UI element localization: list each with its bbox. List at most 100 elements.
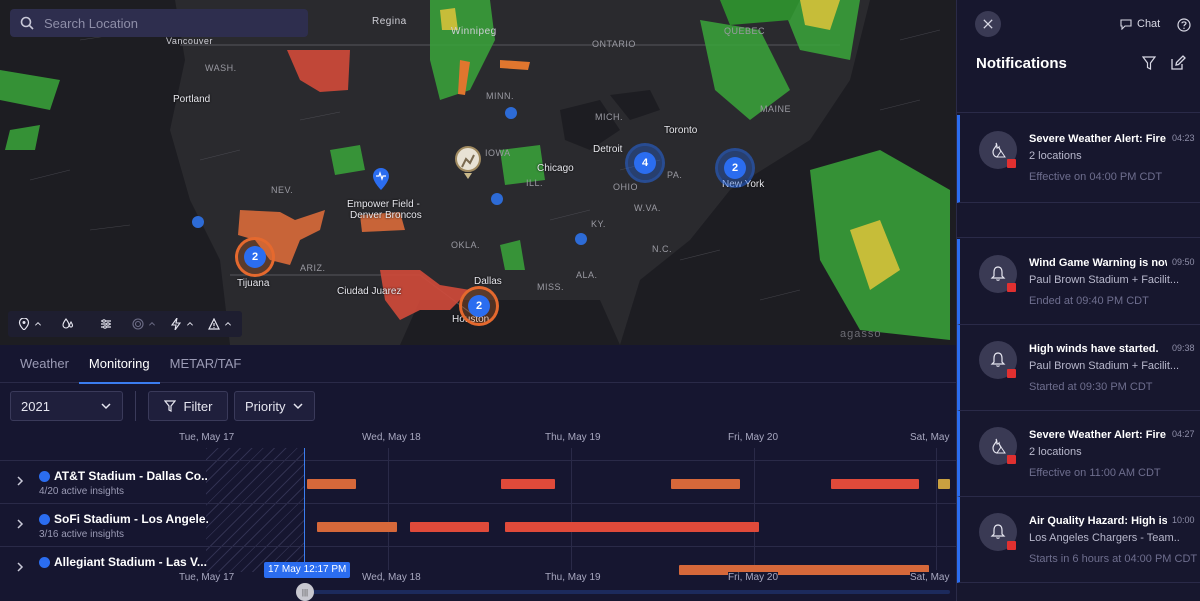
tool-wind[interactable]: [88, 313, 124, 335]
tab-weather[interactable]: Weather: [0, 345, 79, 383]
tool-alerts[interactable]: [202, 313, 238, 335]
radar-icon: [132, 318, 144, 330]
notification-card[interactable]: Severe Weather Alert: Fire ... 04:23 2 l…: [957, 115, 1200, 203]
filter-button[interactable]: Filter: [148, 391, 228, 421]
map-marker[interactable]: [505, 107, 517, 119]
year-select[interactable]: 2021: [10, 391, 123, 421]
tool-locations[interactable]: [12, 313, 48, 335]
unread-indicator: [1007, 541, 1016, 550]
insight-bar[interactable]: [671, 479, 740, 489]
map-label-ill: ILL.: [526, 178, 544, 188]
cluster-count: 4: [634, 152, 656, 174]
help-icon[interactable]: [1177, 18, 1191, 32]
notification-subtitle: 2 locations: [1029, 446, 1082, 458]
notification-avatar: [979, 427, 1017, 465]
search-input[interactable]: [44, 15, 284, 31]
timeline-scrollbar[interactable]: [300, 590, 950, 594]
location-name: Allegiant Stadium - Las V...: [54, 555, 207, 569]
insight-bar[interactable]: [831, 479, 919, 489]
map-label-iowa: IOWA: [485, 148, 511, 158]
location-search[interactable]: [10, 9, 308, 37]
map-marker[interactable]: [491, 193, 503, 205]
notification-title: High winds have started.: [1029, 343, 1159, 355]
tool-precipitation[interactable]: [50, 313, 86, 335]
notification-time: 04:23: [1172, 133, 1195, 143]
map-city-denver-broncos: Denver Broncos: [350, 210, 422, 221]
map-city-tijuana: Tijuana: [237, 278, 270, 289]
day-header: Tue, May 17: [179, 572, 235, 588]
notification-meta: Effective on 04:00 PM CDT: [1029, 171, 1163, 183]
insight-bar[interactable]: [505, 522, 759, 532]
tab-monitoring[interactable]: Monitoring: [78, 345, 160, 384]
map-marker[interactable]: [192, 216, 204, 228]
map-label-nev: NEV.: [271, 185, 294, 195]
insight-bar[interactable]: [938, 479, 950, 489]
insight-bar[interactable]: [501, 479, 555, 489]
map-label-quebec: QUEBEC: [724, 26, 766, 36]
current-time-badge: 17 May 12:17 PM: [264, 562, 351, 578]
priority-select[interactable]: Priority: [234, 391, 315, 421]
notifications-divider: [957, 112, 1200, 113]
tool-lightning[interactable]: [164, 313, 200, 335]
map-marker[interactable]: [575, 233, 587, 245]
chevron-right-icon[interactable]: [14, 518, 26, 530]
fire-warning-icon: [992, 142, 1006, 158]
map-city-ciudad-juarez: Ciudad Juarez: [337, 286, 402, 297]
map-city-empower-field: Empower Field -: [347, 199, 420, 210]
tab-metar-taf[interactable]: METAR/TAF: [160, 345, 252, 383]
map-label-ontario: ONTARIO: [592, 39, 636, 49]
notification-card[interactable]: Wind Game Warning is now... 09:50 Paul B…: [957, 239, 1200, 325]
chevron-up-icon: [187, 322, 193, 326]
chat-button[interactable]: Chat: [1120, 18, 1160, 30]
unread-indicator: [1007, 159, 1016, 168]
insight-bar[interactable]: [410, 522, 489, 532]
active-insights: 4/20 active insights: [39, 486, 125, 497]
notification-title: Severe Weather Alert: Fire ...: [1029, 429, 1167, 441]
map-city-chicago: Chicago: [537, 163, 574, 174]
location-cluster[interactable]: 2: [462, 289, 496, 323]
chevron-down-icon: [293, 403, 303, 410]
close-button[interactable]: [975, 11, 1001, 37]
table-row[interactable]: AT&T Stadium - Dallas Co... 4/20 active …: [0, 460, 956, 503]
tool-radar[interactable]: [126, 313, 162, 335]
location-pin-icon[interactable]: [373, 168, 389, 190]
notification-meta: Started at 09:30 PM CDT: [1029, 381, 1153, 393]
active-insights: 3/16 active insights: [39, 529, 125, 540]
map-label-winnipeg: Winnipeg: [451, 26, 497, 37]
location-cluster[interactable]: 2: [238, 240, 272, 274]
map-label-nc: N.C.: [652, 244, 672, 254]
panel-tabs: Weather Monitoring METAR/TAF: [0, 345, 956, 384]
map-label-maine: MAINE: [760, 104, 792, 114]
chevron-right-icon[interactable]: [14, 561, 26, 573]
notification-card[interactable]: Severe Weather Alert: Fire ... 04:27 2 l…: [957, 411, 1200, 497]
notification-meta: Starts in 6 hours at 04:00 PM CDT: [1029, 553, 1198, 565]
map-label-okla: OKLA.: [451, 240, 481, 250]
insights-timeline[interactable]: Tue, May 17 Wed, May 18 Thu, May 19 Fri,…: [0, 430, 956, 601]
table-row[interactable]: Allegiant Stadium - Las V...: [0, 546, 956, 589]
notification-title: Severe Weather Alert: Fire ...: [1029, 133, 1167, 145]
insight-bar[interactable]: [679, 565, 929, 575]
map-layer-toolbar: [8, 311, 242, 337]
table-row[interactable]: SoFi Stadium - Los Angele... 3/16 active…: [0, 503, 956, 546]
chat-label: Chat: [1137, 18, 1161, 30]
bell-icon: [990, 524, 1006, 539]
drops-icon: [62, 318, 74, 329]
location-cluster[interactable]: 4: [628, 146, 662, 180]
notification-avatar: [979, 341, 1017, 379]
location-cluster[interactable]: 2: [718, 151, 752, 185]
insight-bar[interactable]: [307, 479, 356, 489]
notification-time: 04:27: [1172, 429, 1195, 439]
chevron-right-icon[interactable]: [14, 475, 26, 487]
storm-icon[interactable]: [454, 145, 482, 179]
map-label-pa: PA.: [667, 170, 683, 180]
weather-map[interactable]: Regina Winnipeg Vancouver WASH. QUEBEC O…: [0, 0, 956, 345]
map-city-portland: Portland: [173, 94, 211, 105]
filter-icon[interactable]: [1142, 56, 1156, 70]
close-icon: [983, 19, 993, 29]
timeline-scroll-handle[interactable]: |||: [296, 583, 314, 601]
notification-card[interactable]: High winds have started. 09:38 Paul Brow…: [957, 325, 1200, 411]
insight-bar[interactable]: [317, 522, 397, 532]
day-header: Fri, May 20: [728, 432, 779, 443]
notification-card[interactable]: Air Quality Hazard: High is s... 10:00 L…: [957, 497, 1200, 583]
compose-icon[interactable]: [1170, 55, 1186, 71]
